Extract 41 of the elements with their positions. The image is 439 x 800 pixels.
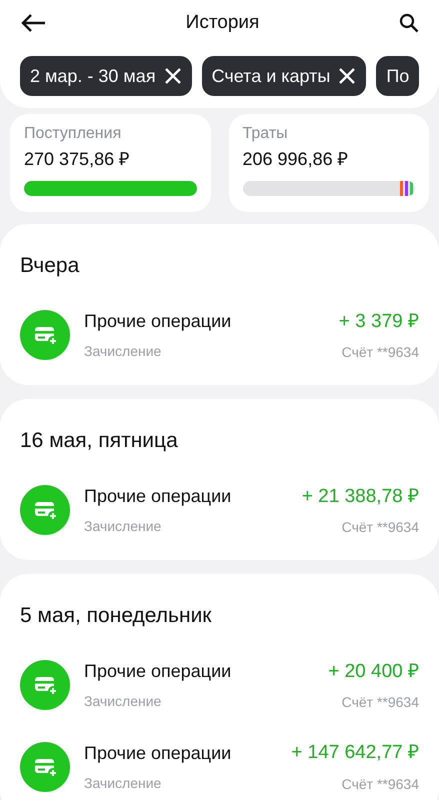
filter-chip[interactable]: По (376, 56, 420, 96)
transaction-title: Прочие операции (84, 310, 232, 334)
filter-chip[interactable]: Счета и карты (202, 56, 366, 96)
transaction-type: Зачисление (84, 774, 162, 793)
close-icon[interactable] (164, 67, 182, 85)
transaction-row[interactable]: Прочие операции Зачисление + 20 400 ₽ Счёт **9634 (20, 658, 419, 713)
day-heading: 5 мая, понедельник (20, 603, 212, 629)
close-icon[interactable] (338, 67, 356, 85)
transaction-type: Зачисление (84, 517, 162, 536)
transaction-row[interactable]: Прочие операции Зачисление + 147 642,77 ₽ Счёт **9634 (20, 739, 419, 794)
day-heading: Вчера (20, 253, 80, 279)
search-icon[interactable] (399, 13, 419, 33)
transaction-title: Прочие операции (84, 660, 232, 684)
card-plus-icon (20, 660, 70, 710)
transaction-title: Прочие операции (84, 485, 232, 508)
summary-label: Поступления (24, 124, 122, 144)
day-heading: 16 мая, пятница (20, 428, 179, 454)
back-arrow-icon[interactable] (20, 13, 46, 33)
transaction-type: Зачисление (84, 692, 162, 712)
summary-amount: 206 996,86 ₽ (242, 148, 349, 171)
summary-label: Траты (242, 124, 289, 144)
transaction-row[interactable]: Прочие операции Зачисление + 21 388,78 ₽ Счёт **9634 (20, 482, 419, 538)
card-plus-icon (20, 485, 70, 536)
transaction-amount: + 3 379 ₽ (338, 310, 419, 334)
transaction-row[interactable]: Прочие операции Зачисление + 3 379 ₽ Счёт **9634 (20, 308, 419, 363)
card-plus-icon (20, 310, 70, 360)
transaction-amount: + 20 400 ₽ (328, 660, 419, 684)
summary-card[interactable]: Поступления 270 375,86 ₽ (10, 114, 210, 212)
transaction-amount: + 147 642,77 ₽ (291, 741, 419, 765)
card-plus-icon (20, 742, 70, 792)
account-number: Счёт **9634 (342, 774, 419, 794)
account-number: Счёт **9634 (342, 343, 419, 362)
page-title: История (186, 10, 260, 35)
filter-chip[interactable]: 2 мар. - 30 мая (20, 56, 192, 96)
summary-amount: 270 375,86 ₽ (24, 148, 130, 171)
transaction-title: Прочие операции (84, 742, 232, 765)
account-number: Счёт **9634 (342, 693, 419, 712)
transaction-amount: + 21 388,78 ₽ (302, 484, 419, 508)
summary-card[interactable]: Траты 206 996,86 ₽ (228, 114, 429, 212)
account-number: Счёт **9634 (342, 518, 419, 537)
transaction-type: Зачисление (84, 342, 162, 362)
